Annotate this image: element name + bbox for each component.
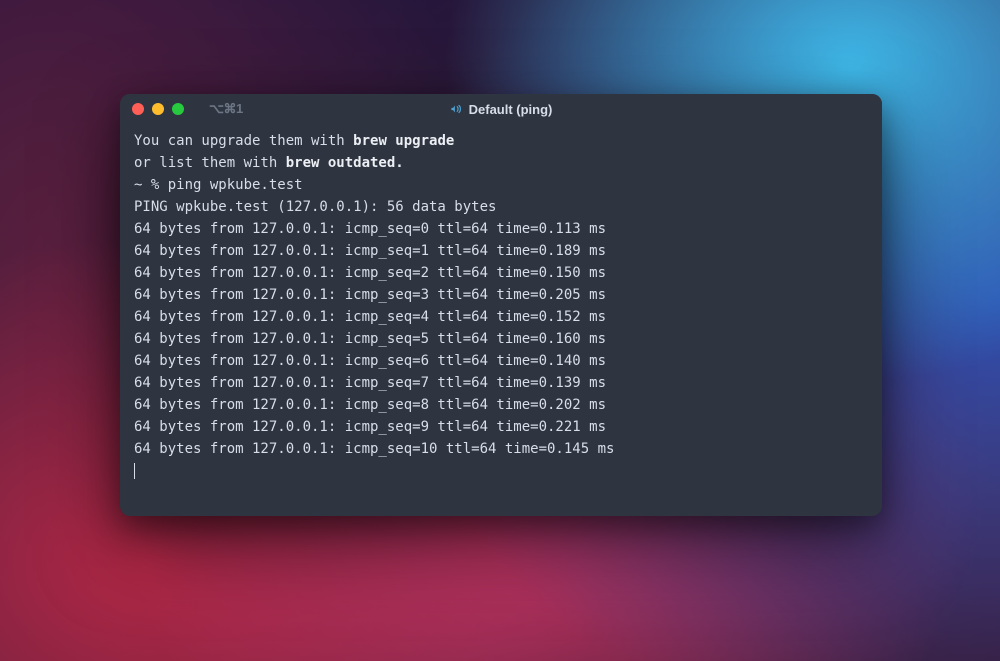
terminal-line: PING wpkube.test (127.0.0.1): 56 data by…	[134, 196, 868, 218]
megaphone-icon	[450, 102, 464, 116]
terminal-line: You can upgrade them with brew upgrade	[134, 130, 868, 152]
terminal-output[interactable]: You can upgrade them with brew upgrade o…	[120, 124, 882, 516]
terminal-line: 64 bytes from 127.0.0.1: icmp_seq=2 ttl=…	[134, 262, 868, 284]
minimize-button[interactable]	[152, 103, 164, 115]
window-titlebar[interactable]: ⌥⌘1 Default (ping)	[120, 94, 882, 124]
window-title-text: Default (ping)	[469, 102, 553, 117]
terminal-cursor	[134, 463, 135, 479]
terminal-line: 64 bytes from 127.0.0.1: icmp_seq=8 ttl=…	[134, 394, 868, 416]
terminal-window[interactable]: ⌥⌘1 Default (ping) You can upgrade them …	[120, 94, 882, 516]
terminal-line: 64 bytes from 127.0.0.1: icmp_seq=10 ttl…	[134, 438, 868, 460]
window-title: Default (ping)	[450, 102, 553, 117]
terminal-line: 64 bytes from 127.0.0.1: icmp_seq=3 ttl=…	[134, 284, 868, 306]
terminal-line: 64 bytes from 127.0.0.1: icmp_seq=9 ttl=…	[134, 416, 868, 438]
terminal-line: 64 bytes from 127.0.0.1: icmp_seq=5 ttl=…	[134, 328, 868, 350]
close-button[interactable]	[132, 103, 144, 115]
terminal-line: 64 bytes from 127.0.0.1: icmp_seq=1 ttl=…	[134, 240, 868, 262]
terminal-cursor-line	[134, 460, 868, 482]
terminal-line: or list them with brew outdated.	[134, 152, 868, 174]
tab-shortcut-indicator: ⌥⌘1	[209, 101, 243, 117]
traffic-lights	[132, 103, 184, 115]
terminal-line: 64 bytes from 127.0.0.1: icmp_seq=6 ttl=…	[134, 350, 868, 372]
maximize-button[interactable]	[172, 103, 184, 115]
terminal-prompt-line: ~ % ping wpkube.test	[134, 174, 868, 196]
terminal-line: 64 bytes from 127.0.0.1: icmp_seq=0 ttl=…	[134, 218, 868, 240]
terminal-line: 64 bytes from 127.0.0.1: icmp_seq=7 ttl=…	[134, 372, 868, 394]
terminal-line: 64 bytes from 127.0.0.1: icmp_seq=4 ttl=…	[134, 306, 868, 328]
